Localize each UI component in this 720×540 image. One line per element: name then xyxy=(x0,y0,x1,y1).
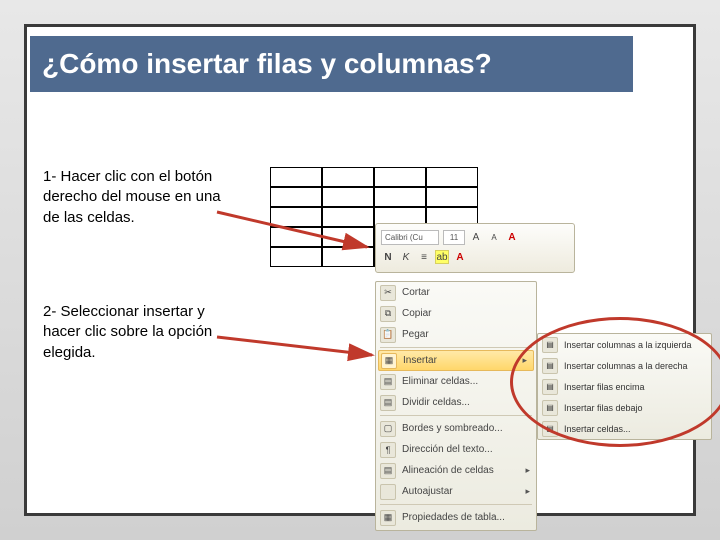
font-color-button-2[interactable]: A xyxy=(453,250,467,264)
text-direction-icon: ¶ xyxy=(380,442,396,458)
highlight-button[interactable]: ab xyxy=(435,250,449,264)
table-icon: ▦ xyxy=(380,510,396,526)
slide-frame: ¿Cómo insertar filas y columnas? 1- Hace… xyxy=(24,24,696,516)
align-icon: ▤ xyxy=(380,463,396,479)
separator xyxy=(380,347,532,348)
mini-toolbar[interactable]: Calibri (Cu 11 A A A N K ≡ ab A xyxy=(375,223,575,273)
highlight-oval xyxy=(510,317,720,447)
ctx-borders[interactable]: ▢ Bordes y sombreado... xyxy=(376,418,536,439)
scissors-icon: ✂ xyxy=(380,285,396,301)
ctx-text-direction[interactable]: ¶ Dirección del texto... xyxy=(376,439,536,460)
step-2-text: 2- Seleccionar insertar y hacer clic sob… xyxy=(43,302,228,363)
context-menu: ✂ Cortar ⧉ Copiar 📋 Pegar ▦ Insertar ▸ ▤… xyxy=(375,281,537,531)
ctx-autofit[interactable]: Autoajustar ▸ xyxy=(376,481,536,502)
shrink-font-button[interactable]: A xyxy=(487,230,501,244)
border-icon: ▢ xyxy=(380,421,396,437)
font-color-button[interactable]: A xyxy=(505,230,519,244)
step-1-text: 1- Hacer clic con el botón derecho del m… xyxy=(43,167,228,228)
grid-icon: ▤ xyxy=(380,395,396,411)
embedded-screenshot: Calibri (Cu 11 A A A N K ≡ ab A ✂ Cortar… xyxy=(270,147,690,507)
autofit-icon xyxy=(380,484,396,500)
font-size-box[interactable]: 11 xyxy=(443,230,465,245)
align-button[interactable]: ≡ xyxy=(417,250,431,264)
table-icon: ▦ xyxy=(381,353,397,369)
ctx-table-props[interactable]: ▦ Propiedades de tabla... xyxy=(376,507,536,528)
ctx-copy[interactable]: ⧉ Copiar xyxy=(376,303,536,324)
ctx-paste[interactable]: 📋 Pegar xyxy=(376,324,536,345)
grid-icon: ▤ xyxy=(380,374,396,390)
chevron-right-icon: ▸ xyxy=(525,486,530,497)
separator xyxy=(380,504,532,505)
ctx-cut[interactable]: ✂ Cortar xyxy=(376,282,536,303)
ctx-cell-align[interactable]: ▤ Alineación de celdas ▸ xyxy=(376,460,536,481)
slide-title: ¿Cómo insertar filas y columnas? xyxy=(42,48,492,80)
title-bar: ¿Cómo insertar filas y columnas? xyxy=(30,36,633,92)
ctx-insert[interactable]: ▦ Insertar ▸ xyxy=(378,350,534,371)
grow-font-button[interactable]: A xyxy=(469,230,483,244)
separator xyxy=(380,415,532,416)
copy-icon: ⧉ xyxy=(380,306,396,322)
paste-icon: 📋 xyxy=(380,327,396,343)
italic-button[interactable]: K xyxy=(399,250,413,264)
chevron-right-icon: ▸ xyxy=(525,465,530,476)
bold-button[interactable]: N xyxy=(381,250,395,264)
font-family-box[interactable]: Calibri (Cu xyxy=(381,230,439,245)
